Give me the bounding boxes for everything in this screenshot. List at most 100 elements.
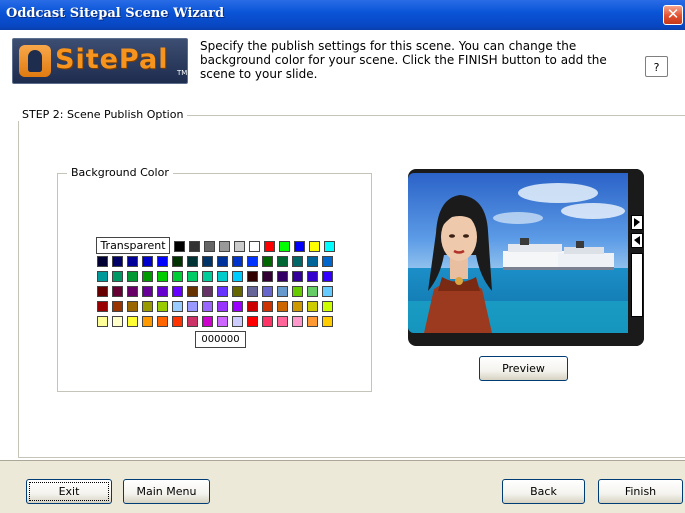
color-swatch[interactable] — [247, 316, 258, 327]
color-swatch[interactable] — [322, 256, 333, 267]
color-swatch[interactable] — [322, 286, 333, 297]
color-swatch[interactable] — [217, 271, 228, 282]
color-swatch[interactable] — [142, 271, 153, 282]
color-swatch[interactable] — [157, 316, 168, 327]
color-swatch[interactable] — [112, 316, 123, 327]
color-swatch[interactable] — [112, 286, 123, 297]
color-swatch[interactable] — [127, 301, 138, 312]
color-swatch[interactable] — [232, 256, 243, 267]
color-swatch[interactable] — [217, 256, 228, 267]
color-swatch[interactable] — [277, 256, 288, 267]
color-swatch[interactable] — [262, 301, 273, 312]
color-swatch[interactable] — [262, 256, 273, 267]
color-swatch[interactable] — [292, 286, 303, 297]
color-swatch[interactable] — [307, 316, 318, 327]
color-swatch[interactable] — [127, 316, 138, 327]
color-swatch[interactable] — [309, 241, 320, 252]
color-swatch[interactable] — [307, 286, 318, 297]
color-swatch[interactable] — [277, 271, 288, 282]
color-swatch[interactable] — [262, 286, 273, 297]
color-swatch[interactable] — [172, 301, 183, 312]
color-swatch[interactable] — [292, 301, 303, 312]
color-swatch[interactable] — [204, 241, 215, 252]
close-button[interactable]: ✕ — [663, 5, 683, 25]
color-swatch[interactable] — [277, 286, 288, 297]
color-swatch[interactable] — [249, 241, 260, 252]
color-swatch[interactable] — [247, 286, 258, 297]
color-swatch[interactable] — [202, 271, 213, 282]
back-button[interactable]: Back — [502, 479, 585, 504]
color-swatch[interactable] — [172, 271, 183, 282]
color-swatch[interactable] — [142, 301, 153, 312]
color-swatch[interactable] — [97, 271, 108, 282]
color-swatch[interactable] — [292, 316, 303, 327]
color-swatch[interactable] — [307, 271, 318, 282]
color-swatch[interactable] — [189, 241, 200, 252]
color-swatch[interactable] — [234, 241, 245, 252]
preview-button[interactable]: Preview — [479, 356, 568, 381]
color-swatch[interactable] — [307, 301, 318, 312]
color-swatch[interactable] — [279, 241, 290, 252]
color-swatch[interactable] — [112, 271, 123, 282]
color-swatch[interactable] — [157, 301, 168, 312]
color-swatch[interactable] — [97, 301, 108, 312]
color-swatch[interactable] — [112, 256, 123, 267]
color-swatch[interactable] — [202, 301, 213, 312]
color-swatch[interactable] — [187, 316, 198, 327]
next-arrow-icon[interactable] — [631, 215, 643, 230]
color-swatch[interactable] — [202, 256, 213, 267]
color-swatch[interactable] — [187, 271, 198, 282]
color-swatch[interactable] — [217, 286, 228, 297]
color-swatch[interactable] — [97, 316, 108, 327]
color-swatch[interactable] — [322, 301, 333, 312]
color-swatch[interactable] — [127, 286, 138, 297]
color-swatch[interactable] — [247, 271, 258, 282]
color-swatch[interactable] — [219, 241, 230, 252]
color-swatch[interactable] — [294, 241, 305, 252]
color-swatch[interactable] — [112, 301, 123, 312]
main-menu-button[interactable]: Main Menu — [123, 479, 210, 504]
color-swatch[interactable] — [187, 286, 198, 297]
color-swatch[interactable] — [217, 301, 228, 312]
color-swatch[interactable] — [97, 286, 108, 297]
color-swatch[interactable] — [142, 286, 153, 297]
color-swatch[interactable] — [187, 301, 198, 312]
color-swatch[interactable] — [262, 316, 273, 327]
finish-button[interactable]: Finish — [598, 479, 683, 504]
color-swatch[interactable] — [277, 316, 288, 327]
color-swatch[interactable] — [232, 316, 243, 327]
color-swatch[interactable] — [172, 256, 183, 267]
color-swatch[interactable] — [307, 256, 318, 267]
color-swatch[interactable] — [142, 256, 153, 267]
color-swatch[interactable] — [202, 316, 213, 327]
color-swatch[interactable] — [264, 241, 275, 252]
color-swatch[interactable] — [232, 271, 243, 282]
color-swatch[interactable] — [157, 271, 168, 282]
volume-slider[interactable] — [631, 253, 643, 317]
color-swatch[interactable] — [322, 271, 333, 282]
color-swatch[interactable] — [217, 316, 228, 327]
prev-arrow-icon[interactable] — [631, 233, 643, 248]
color-swatch[interactable] — [292, 256, 303, 267]
color-swatch[interactable] — [292, 271, 303, 282]
color-swatch[interactable] — [247, 256, 258, 267]
color-swatch[interactable] — [127, 271, 138, 282]
color-swatch[interactable] — [127, 256, 138, 267]
color-swatch[interactable] — [324, 241, 335, 252]
color-swatch[interactable] — [202, 286, 213, 297]
color-swatch[interactable] — [157, 256, 168, 267]
color-swatch[interactable] — [322, 316, 333, 327]
color-swatch[interactable] — [97, 256, 108, 267]
hex-color-field[interactable]: 000000 — [195, 331, 246, 348]
color-swatch[interactable] — [187, 256, 198, 267]
color-swatch[interactable] — [232, 286, 243, 297]
color-swatch[interactable] — [157, 286, 168, 297]
color-swatch[interactable] — [174, 241, 185, 252]
color-swatch[interactable] — [172, 316, 183, 327]
transparent-button[interactable]: Transparent — [96, 237, 170, 254]
color-swatch[interactable] — [142, 316, 153, 327]
color-swatch[interactable] — [277, 301, 288, 312]
help-button[interactable]: ? — [645, 56, 668, 77]
color-swatch[interactable] — [247, 301, 258, 312]
color-swatch[interactable] — [262, 271, 273, 282]
